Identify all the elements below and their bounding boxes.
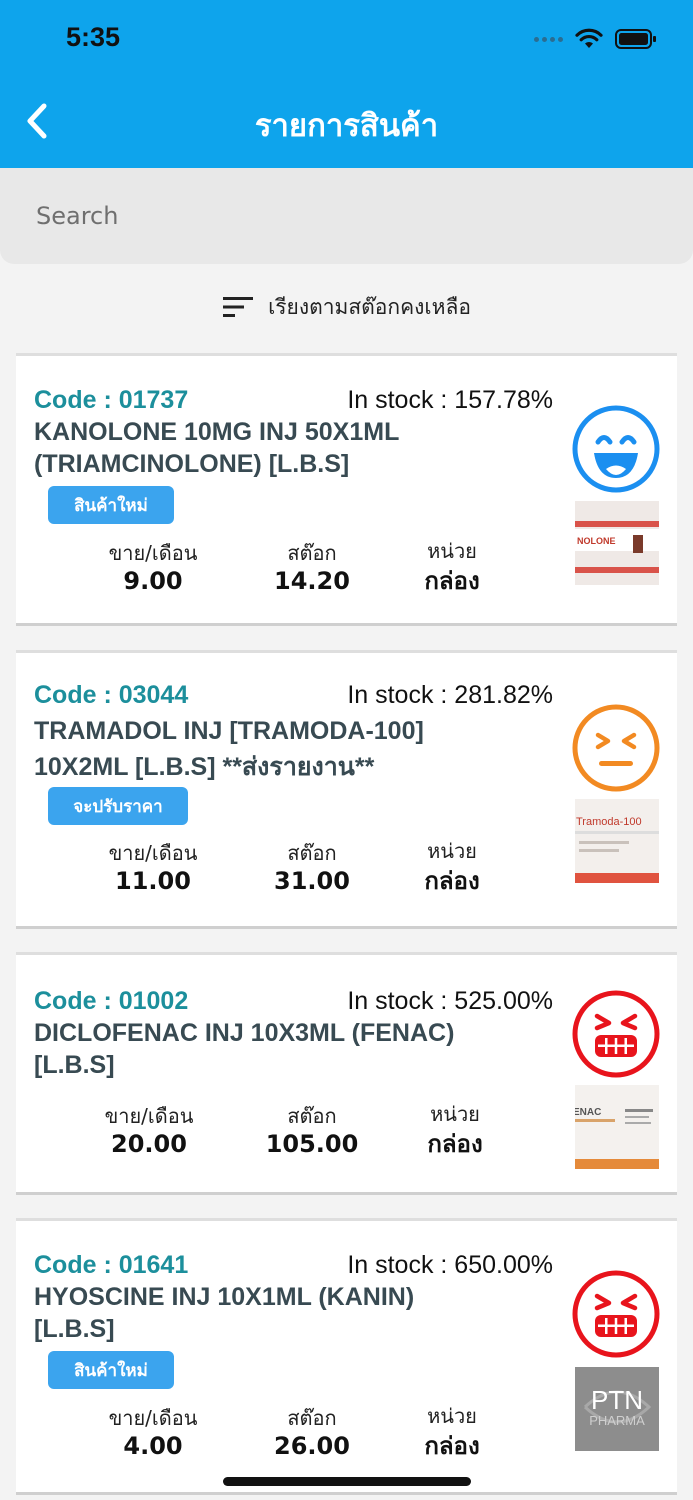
in-stock-percent: In stock : 281.82% — [347, 681, 553, 709]
sales-per-month: ขาย/เดือน 20.00 — [104, 1104, 194, 1158]
wifi-icon — [575, 28, 603, 48]
angry-grimace-face-icon — [572, 1270, 660, 1358]
laughing-face-icon — [572, 405, 660, 493]
search-input[interactable] — [36, 198, 656, 234]
product-code: Code : 01641 — [34, 1251, 189, 1279]
product-code: Code : 01737 — [34, 386, 189, 414]
ptn-pharma-logo: PTN PHARMA — [575, 1367, 659, 1451]
sort-label: เรียงตามสต๊อกคงเหลือ — [268, 294, 471, 319]
new-product-badge: สินค้าใหม่ — [48, 1351, 174, 1389]
price-change-badge: จะปรับราคา — [48, 787, 188, 825]
stock-quantity: สต๊อก 105.00 — [265, 1104, 359, 1158]
in-stock-percent: In stock : 650.00% — [347, 1251, 553, 1279]
product-name: TRAMADOL INJ [TRAMODA-100] 10X2ML [L.B.S… — [34, 717, 424, 781]
new-product-badge: สินค้าใหม่ — [48, 486, 174, 524]
sort-button[interactable]: เรียงตามสต๊อกคงเหลือ — [0, 284, 693, 330]
sort-icon — [223, 297, 254, 317]
stock-quantity: สต๊อก 26.00 — [274, 1406, 350, 1460]
svg-text:ENAC: ENAC — [575, 1107, 601, 1118]
unit: หน่วย กล่อง — [424, 539, 480, 595]
battery-icon — [615, 29, 656, 49]
in-stock-percent: In stock : 525.00% — [347, 987, 553, 1015]
home-indicator[interactable] — [223, 1477, 471, 1486]
in-stock-percent: In stock : 157.78% — [347, 386, 553, 414]
stock-quantity: สต๊อก 14.20 — [274, 541, 350, 595]
product-thumbnail: NOLONE — [575, 501, 659, 585]
unit: หน่วย กล่อง — [427, 1102, 483, 1158]
product-name: DICLOFENAC INJ 10X3ML (FENAC) [L.B.S] — [34, 1019, 455, 1079]
product-thumbnail: ENAC — [575, 1085, 659, 1169]
product-card[interactable]: Code : 01641 In stock : 650.00% HYOSCINE… — [16, 1218, 677, 1492]
sales-per-month: ขาย/เดือน 11.00 — [108, 841, 198, 895]
status-time: 5:35 — [66, 22, 121, 52]
product-code: Code : 01002 — [34, 987, 189, 1015]
svg-text:Tramoda-100: Tramoda-100 — [576, 816, 642, 828]
product-card[interactable]: Code : 01737 In stock : 157.78% KANOLONE… — [16, 353, 677, 623]
svg-text:PTN: PTN — [591, 1385, 643, 1415]
stock-quantity: สต๊อก 31.00 — [274, 841, 350, 895]
sales-per-month: ขาย/เดือน 4.00 — [108, 1406, 198, 1460]
sales-per-month: ขาย/เดือน 9.00 — [108, 541, 198, 595]
product-thumbnail: Tramoda-100 — [575, 799, 659, 883]
product-card[interactable]: Code : 01002 In stock : 525.00% DICLOFEN… — [16, 952, 677, 1192]
search-bar — [0, 168, 693, 264]
product-card[interactable]: Code : 03044 In stock : 281.82% TRAMADOL… — [16, 650, 677, 926]
product-code: Code : 03044 — [34, 681, 189, 709]
cellular-signal-icon — [534, 36, 563, 42]
status-icons — [534, 24, 657, 54]
product-name: KANOLONE 10MG INJ 50X1ML (TRIAMCINOLONE)… — [34, 418, 400, 478]
svg-text:NOLONE: NOLONE — [577, 536, 616, 546]
squinting-neutral-face-icon — [572, 704, 660, 792]
unit: หน่วย กล่อง — [424, 1404, 480, 1460]
svg-text:PHARMA: PHARMA — [589, 1413, 645, 1428]
angry-grimace-face-icon — [572, 990, 660, 1078]
app-header: 5:35 รายการสินค้า — [0, 0, 693, 168]
product-name: HYOSCINE INJ 10X1ML (KANIN) [L.B.S] — [34, 1283, 415, 1343]
unit: หน่วย กล่อง — [424, 839, 480, 895]
page-title: รายการสินค้า — [254, 108, 439, 144]
